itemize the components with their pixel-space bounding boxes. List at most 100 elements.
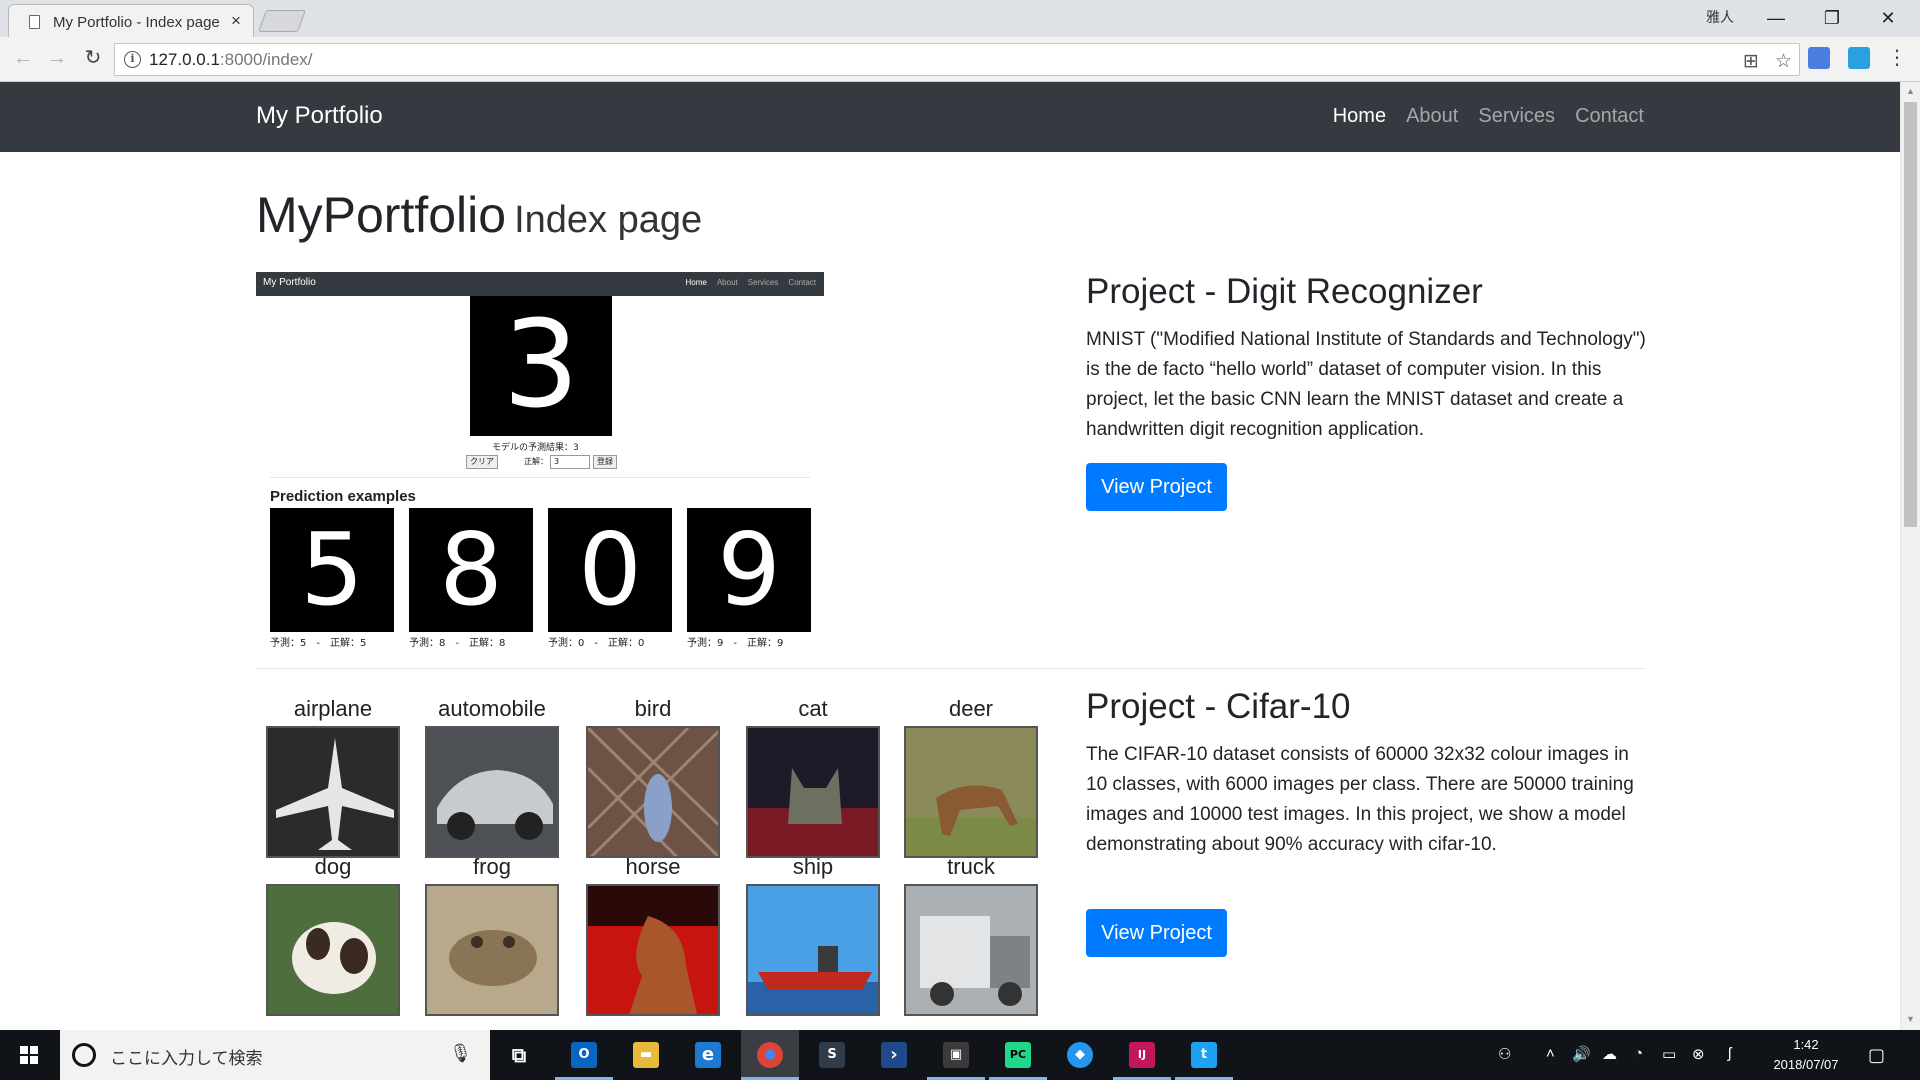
cifar-class-label: airplane [293,696,373,721]
site-brand[interactable]: My Portfolio [256,102,383,130]
preview-nav-links: Home About Services Contact [685,278,816,287]
cifar-class-label: dog [314,854,352,879]
cortana-icon[interactable] [72,1043,96,1067]
folder-icon: ▬ [633,1042,659,1068]
example-digit-image: 9 [687,508,811,632]
powershell-app[interactable]: › [865,1030,923,1080]
nav-link-contact[interactable]: Contact [1575,105,1644,128]
volume-icon[interactable]: 🔊 [1572,1045,1591,1063]
file-explorer-app[interactable]: ▬ [617,1030,675,1080]
action-center-icon[interactable]: ▢ [1868,1045,1885,1066]
cifar10-preview-image: airplane automobile bird cat deer dog fr… [256,688,1046,1030]
twitter-icon: t [1191,1042,1217,1068]
keyboard-ime-icon[interactable]: ʃ [1728,1045,1731,1062]
sourcetree-icon: S [819,1042,845,1068]
preview-answer-label: 正解： [524,457,548,466]
forward-icon[interactable]: → [44,45,70,71]
example-prediction-label: 予測：0 - 正解：0 [548,638,645,649]
search-placeholder[interactable]: ここに入力して検索 [110,1044,263,1069]
task-view-icon: ⧉ [506,1042,532,1068]
cifar-truck-image [904,884,1038,1016]
terminal-app[interactable]: ▣ [927,1030,985,1080]
page-title-main: MyPortfolio [256,187,507,243]
scroll-up-icon[interactable]: ▲ [1906,86,1915,96]
terminal-icon: ▣ [943,1042,969,1068]
preview-nav-about: About [716,278,738,287]
profile-name[interactable]: 雅人 [1706,7,1734,27]
project-description: MNIST ("Modified National Institute of S… [1086,329,1646,440]
show-hidden-icons-icon[interactable]: ˄ [1546,1045,1555,1062]
task-view-button[interactable]: ⧉ [490,1030,548,1080]
page-title: MyPortfolio Index page [256,186,702,244]
cifar-cat-image [746,726,880,858]
twitter-app[interactable]: t [1175,1030,1233,1080]
cifar-class-label: frog [473,854,511,879]
cifar-class-label: cat [798,696,828,721]
cifar-frog-image [425,884,559,1016]
pycharm-icon: PC [1005,1042,1031,1068]
edge-icon: e [695,1042,721,1068]
url-text[interactable]: 127.0.0.1:8000/index/ [149,50,313,70]
sourcetree-app[interactable]: S [803,1030,861,1080]
cifar-airplane-image [266,726,400,858]
outlook-app[interactable]: O [555,1030,613,1080]
cifar-class-label: truck [947,854,995,879]
example-prediction-label: 予測：5 - 正解：5 [270,638,367,649]
example-digit-image: 0 [548,508,672,632]
chrome-icon: ● [757,1042,783,1068]
preview-answer-select: 3 [550,455,590,469]
browser-tab[interactable]: My Portfolio - Index page × [8,4,254,37]
battery-icon[interactable]: ▭ [1662,1045,1676,1063]
address-bar[interactable]: i 127.0.0.1:8000/index/ ⊞ ☆ [114,43,1800,76]
reload-icon[interactable]: ↻ [80,45,106,71]
system-clock[interactable]: 1:42 2018/07/07 [1766,1035,1846,1075]
microphone-icon[interactable]: 🎙 [449,1043,472,1064]
close-window-button[interactable]: ✕ [1860,2,1916,34]
bookmark-star-icon[interactable]: ☆ [1775,50,1792,73]
clock-time: 1:42 [1793,1037,1819,1052]
windows-taskbar: ここに入力して検索 🎙 ⧉ O ▬ e ● S › ▣ PC ◆ IJ t ⚇ … [0,1030,1920,1080]
back-icon[interactable]: ← [10,45,36,71]
close-tab-icon[interactable]: × [231,11,241,31]
cifar-class-label: ship [792,854,834,879]
nav-link-services[interactable]: Services [1478,105,1555,128]
start-button[interactable] [0,1030,58,1080]
restore-button[interactable]: ❐ [1804,2,1860,34]
pycharm-app[interactable]: PC [989,1030,1047,1080]
wifi-icon[interactable]: ◔ [1634,1045,1643,1062]
chrome-app[interactable]: ● [741,1030,799,1080]
page-scrollbar[interactable]: ▲ ▼ [1900,82,1920,1030]
view-project-button[interactable]: View Project [1086,463,1227,511]
taskbar-search[interactable]: ここに入力して検索 🎙 [60,1030,490,1080]
new-tab-button[interactable] [257,10,307,32]
edge-app[interactable]: e [679,1030,737,1080]
nav-link-home[interactable]: Home [1333,105,1386,128]
preview-divider [270,477,810,478]
cifar-ship-image [746,884,880,1016]
view-project-button[interactable]: View Project [1086,909,1227,957]
example-digit-image: 8 [409,508,533,632]
translate-icon[interactable]: ⊞ [1743,50,1759,73]
preview-register-button: 登録 [593,455,617,469]
nav-link-about[interactable]: About [1406,105,1458,128]
site-nav-links: Home About Services Contact [1333,105,1644,128]
google-translate-extension-icon[interactable] [1808,47,1830,69]
scroll-down-icon[interactable]: ▼ [1906,1014,1915,1024]
clock-date: 2018/07/07 [1773,1057,1839,1072]
tab-strip: My Portfolio - Index page × 雅人 — ❐ ✕ [0,0,1920,37]
docker-app[interactable]: ◆ [1051,1030,1109,1080]
info-icon[interactable]: i [124,51,141,68]
extension-icon[interactable] [1848,47,1870,69]
menu-icon[interactable]: ⋮ [1884,45,1910,71]
cifar-automobile-image [425,726,559,858]
intellij-app[interactable]: IJ [1113,1030,1171,1080]
notification-badge-icon[interactable]: ⊗ [1692,1045,1705,1063]
example-prediction-label: 予測：8 - 正解：8 [409,638,506,649]
project-title: Project - Cifar-10 [1086,687,1351,726]
browser-toolbar: ← → ↻ i 127.0.0.1:8000/index/ ⊞ ☆ ⋮ [0,37,1920,82]
scrollbar-thumb[interactable] [1904,102,1917,527]
people-icon[interactable]: ⚇ [1498,1045,1511,1063]
minimize-button[interactable]: — [1748,2,1804,34]
onedrive-icon[interactable]: ☁ [1602,1045,1617,1063]
cifar-class-label: horse [625,854,681,879]
